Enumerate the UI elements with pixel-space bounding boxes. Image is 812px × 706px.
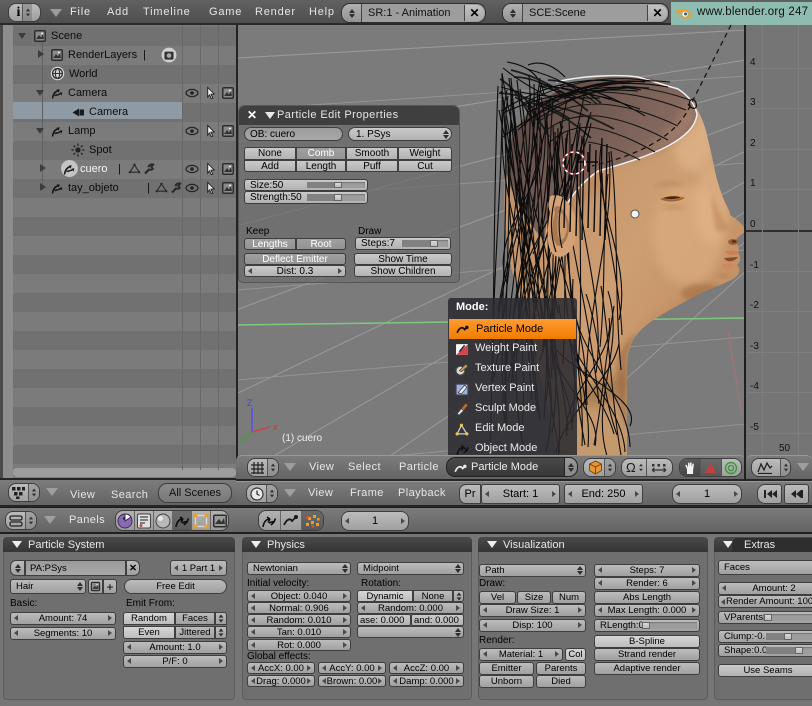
svg-text:Z: Z [247, 398, 253, 408]
svg-text:x: x [273, 422, 278, 432]
svg-text:(1) cuero: (1) cuero [282, 433, 322, 444]
